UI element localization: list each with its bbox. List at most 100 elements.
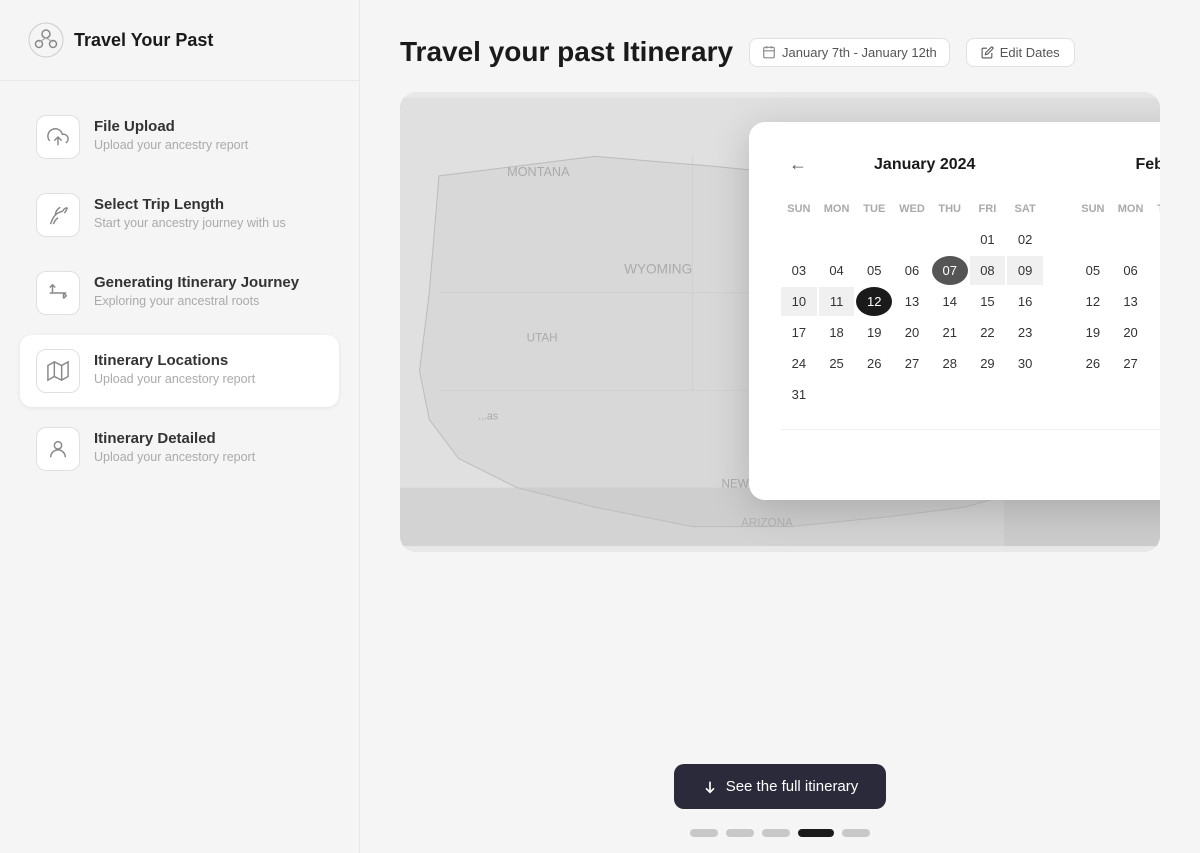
jan-06[interactable]: 06 [894,256,930,285]
feb-05[interactable]: 05 [1075,256,1111,285]
dow-fri-jan: FRI [970,199,1006,223]
generating-text: Generating Itinerary Journey Exploring y… [94,271,299,308]
route-icon-container [36,271,80,315]
itinerary-locations-label: Itinerary Locations [94,352,255,369]
select-trip-text: Select Trip Length Start your ancestry j… [94,193,286,230]
feb-20[interactable]: 20 [1113,318,1149,347]
jan-15[interactable]: 15 [970,287,1006,316]
itinerary-locations-text: Itinerary Locations Upload your ancestor… [94,349,255,386]
jan-03[interactable]: 03 [781,256,817,285]
itinerary-detailed-sub: Upload your ancestory report [94,450,255,464]
jan-20[interactable]: 20 [894,318,930,347]
jan-04[interactable]: 04 [819,256,855,285]
sidebar-item-file-upload[interactable]: File Upload Upload your ancestry report [20,101,339,173]
dot-2[interactable] [726,829,754,837]
calendar-months: SUN MON TUE WED THU FRI SAT [781,199,1160,409]
sidebar: Travel Your Past File Upload Upload your… [0,0,360,853]
map-icon [47,360,69,382]
main-area: Travel your past Itinerary January 7th -… [360,0,1200,853]
jan-02[interactable]: 02 [1007,225,1043,254]
file-upload-label: File Upload [94,118,248,135]
jan-empty-2 [819,225,855,254]
feb-26[interactable]: 26 [1075,349,1111,378]
generating-label: Generating Itinerary Journey [94,274,299,291]
jan-22[interactable]: 22 [970,318,1006,347]
calendar-header: ← January 2024 February 2024 → [781,150,1160,179]
upload-icon-container [36,115,80,159]
palm-icon [47,204,69,226]
person-pin-icon [47,438,69,460]
dot-1[interactable] [690,829,718,837]
sidebar-item-select-trip[interactable]: Select Trip Length Start your ancestry j… [20,179,339,251]
feb-19[interactable]: 19 [1075,318,1111,347]
january-calendar: SUN MON TUE WED THU FRI SAT [781,199,1043,409]
feb-27[interactable]: 27 [1113,349,1149,378]
jan-10[interactable]: 10 [781,287,817,316]
jan-08[interactable]: 08 [970,256,1006,285]
dow-tue-jan: TUE [856,199,892,223]
feb-14[interactable]: 14 [1150,287,1160,316]
jan-30[interactable]: 30 [1007,349,1043,378]
route-icon [47,282,69,304]
right-month-label: February 2024 [1135,156,1160,174]
feb-21[interactable]: 21 [1150,318,1160,347]
jan-09[interactable]: 09 [1007,256,1043,285]
dot-5[interactable] [842,829,870,837]
feb-28[interactable]: 28 [1150,349,1160,378]
file-upload-sub: Upload your ancestry report [94,138,248,152]
jan-27[interactable]: 27 [894,349,930,378]
feb-06[interactable]: 06 [1113,256,1149,285]
dot-3[interactable] [762,829,790,837]
dot-4-active[interactable] [798,829,834,837]
edit-dates-label: Edit Dates [1000,45,1060,60]
date-badge: January 7th - January 12th [749,38,950,67]
sidebar-item-generating[interactable]: Generating Itinerary Journey Exploring y… [20,257,339,329]
jan-07[interactable]: 07 [932,256,968,285]
jan-14[interactable]: 14 [932,287,968,316]
jan-18[interactable]: 18 [819,318,855,347]
jan-empty-5 [932,225,968,254]
january-grid: SUN MON TUE WED THU FRI SAT [781,199,1043,409]
jan-25[interactable]: 25 [819,349,855,378]
jan-01[interactable]: 01 [970,225,1006,254]
jan-17[interactable]: 17 [781,318,817,347]
jan-13[interactable]: 13 [894,287,930,316]
feb-empty-2 [1113,225,1149,254]
jan-28[interactable]: 28 [932,349,968,378]
full-itinerary-label: See the full itinerary [726,778,859,795]
jan-21[interactable]: 21 [932,318,968,347]
main-content: Travel your past Itinerary January 7th -… [360,0,1200,744]
sidebar-item-itinerary-detailed[interactable]: Itinerary Detailed Upload your ancestory… [20,413,339,485]
feb-07[interactable]: 07 [1150,256,1160,285]
map-icon-container [36,349,80,393]
sidebar-item-itinerary-locations[interactable]: Itinerary Locations Upload your ancestor… [20,335,339,407]
dow-sun-jan: SUN [781,199,817,223]
select-trip-sub: Start your ancestry journey with us [94,216,286,230]
jan-19[interactable]: 19 [856,318,892,347]
jan-23[interactable]: 23 [1007,318,1043,347]
edit-dates-button[interactable]: Edit Dates [966,38,1075,67]
sidebar-nav: File Upload Upload your ancestry report … [0,81,359,853]
calendar-icon [762,45,776,59]
jan-24[interactable]: 24 [781,349,817,378]
svg-text:MONTANA: MONTANA [507,165,570,179]
jan-29[interactable]: 29 [970,349,1006,378]
itinerary-locations-sub: Upload your ancestory report [94,372,255,386]
jan-31[interactable]: 31 [781,380,817,409]
jan-05[interactable]: 05 [856,256,892,285]
prev-month-button[interactable]: ← [781,150,815,179]
feb-13[interactable]: 13 [1113,287,1149,316]
jan-12[interactable]: 12 [856,287,892,316]
jan-16[interactable]: 16 [1007,287,1043,316]
bottom-section: See the full itinerary [360,744,1200,853]
jan-11[interactable]: 11 [819,287,855,316]
svg-text:UTAH: UTAH [527,331,558,344]
pagination-dots [690,829,870,837]
full-itinerary-button[interactable]: See the full itinerary [674,764,887,809]
feb-empty-1 [1075,225,1111,254]
page-title: Travel your past Itinerary [400,36,733,68]
page-header: Travel your past Itinerary January 7th -… [400,36,1160,68]
feb-12[interactable]: 12 [1075,287,1111,316]
dow-wed-jan: WED [894,199,930,223]
jan-26[interactable]: 26 [856,349,892,378]
